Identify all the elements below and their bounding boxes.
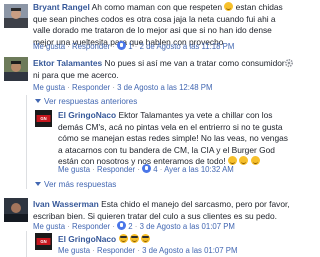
comment-text: Ah como maman con que respeten	[91, 2, 225, 12]
sunglasses-emoji-icon	[118, 234, 128, 243]
like-icon	[117, 221, 127, 230]
like-link[interactable]: Me gusta	[33, 83, 65, 92]
reply-link[interactable]: Responder	[72, 42, 110, 51]
comment-actions: Me gusta · Responder · 1 · 2 de Agosto a…	[33, 41, 235, 51]
view-more-replies[interactable]: Ver más respuestas	[35, 180, 116, 189]
like-link[interactable]: Me gusta	[33, 222, 65, 231]
reply-link[interactable]: Responder	[72, 222, 110, 231]
comment-timestamp[interactable]: 3 de Agosto a las 01:07 PM	[142, 246, 237, 255]
reply-arrow-icon	[35, 182, 41, 186]
comment-actions: Me gusta · Responder · 3 de Agosto a las…	[58, 246, 238, 255]
reply-arrow-icon	[35, 99, 41, 103]
view-previous-replies[interactable]: Ver respuestas anteriores	[35, 97, 137, 106]
comment-author[interactable]: El GringoNaco	[58, 110, 116, 120]
comment-actions: Me gusta · Responder · 3 de Agosto a las…	[33, 83, 213, 92]
avatar[interactable]	[4, 4, 28, 28]
svg-text:GN: GN	[40, 116, 46, 121]
comment-body: El GringoNaco Ektor Talamantes ya vete a…	[58, 110, 294, 168]
like-count[interactable]: 4	[153, 165, 157, 174]
comment-actions: Me gusta · Responder · 2 · 3 de Agosto a…	[33, 221, 235, 231]
comment-author[interactable]: Ivan Wasserman	[33, 199, 99, 209]
reply-link[interactable]: Responder	[97, 165, 135, 174]
laughing-emoji-icon	[250, 156, 260, 166]
comment-timestamp[interactable]: Ayer a las 10:32 AM	[164, 165, 234, 174]
like-link[interactable]: Me gusta	[58, 246, 90, 255]
like-count[interactable]: 1	[128, 42, 132, 51]
avatar[interactable]	[4, 198, 28, 222]
like-icon	[117, 41, 127, 50]
thread-line	[26, 95, 27, 189]
comment-actions: Me gusta · Responder · 4 · Ayer a las 10…	[58, 164, 234, 174]
svg-text:GN: GN	[40, 239, 46, 244]
laughing-emoji-icon	[239, 156, 249, 166]
comment-timestamp[interactable]: 3 de Agosto a las 01:07 PM	[140, 222, 235, 231]
avatar[interactable]: GN	[35, 233, 52, 250]
gear-icon[interactable]	[284, 58, 294, 68]
avatar[interactable]: GN	[35, 110, 52, 127]
like-icon	[142, 164, 152, 173]
comment-author[interactable]: Ektor Talamantes	[33, 58, 102, 68]
comment-timestamp[interactable]: 2 de Agosto a las 11:18 PM	[140, 42, 235, 51]
comment-author[interactable]: Bryant Rangel	[33, 2, 90, 12]
like-link[interactable]: Me gusta	[58, 165, 90, 174]
reply-link[interactable]: Responder	[97, 246, 135, 255]
comment-body: Ivan Wasserman Esta chido el manejo del …	[33, 199, 297, 222]
sunglasses-emoji-icon	[129, 234, 139, 243]
reply-link[interactable]: Responder	[72, 83, 110, 92]
comment-timestamp[interactable]: 3 de Agosto a las 12:48 PM	[117, 83, 212, 92]
comment-body: El GringoNaco	[58, 234, 258, 246]
thread-line	[26, 231, 27, 257]
like-count[interactable]: 2	[128, 222, 132, 231]
avatar[interactable]	[4, 57, 28, 81]
comment-body: Ektor Talamantes No pues si así me van a…	[33, 58, 293, 81]
like-link[interactable]: Me gusta	[33, 42, 65, 51]
sunglasses-emoji-icon	[141, 234, 151, 243]
comment-author[interactable]: El GringoNaco	[58, 234, 116, 244]
smile-emoji-icon	[224, 2, 234, 11]
